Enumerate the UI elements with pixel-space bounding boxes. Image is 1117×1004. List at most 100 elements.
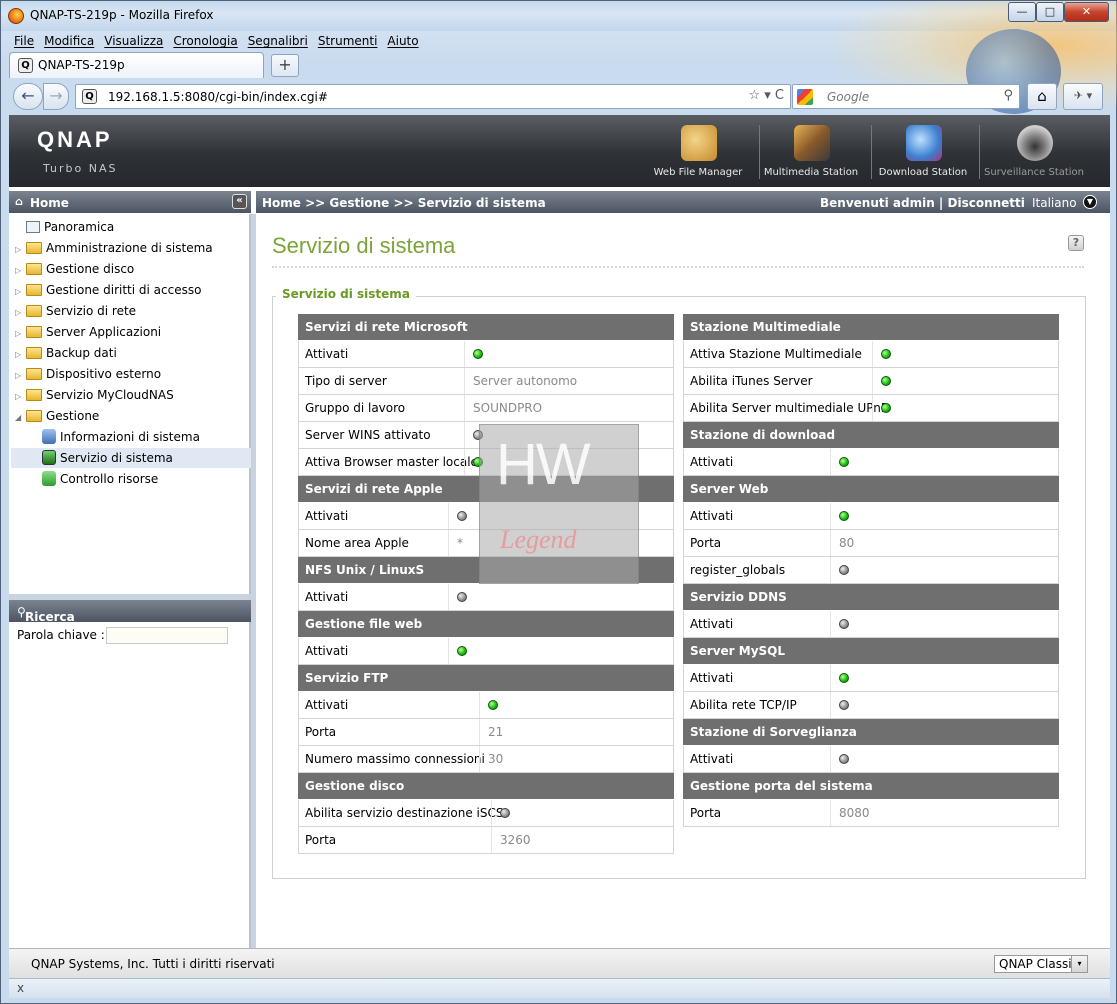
tree-item-amministrazione[interactable]: ▷ Amministrazione di sistema — [15, 238, 213, 258]
app-multimedia-station[interactable]: Multimedia Station — [756, 123, 866, 183]
table-row: Attivati — [298, 638, 674, 665]
browser-tab[interactable]: Q QNAP-TS-219p — [9, 52, 264, 78]
tree-item-controllo-risorse[interactable]: Controllo risorse — [31, 469, 158, 489]
row-status — [448, 503, 668, 529]
search-icon[interactable]: ⚲ — [1003, 88, 1013, 103]
skin-select[interactable]: QNAP Classic ▾ — [994, 955, 1088, 973]
app-label: Multimedia Station — [763, 167, 859, 178]
table-row: Attivati — [683, 611, 1059, 638]
menu-file[interactable]: File — [9, 32, 39, 50]
expand-icon[interactable]: ▷ — [15, 387, 26, 407]
tree-label: Controllo risorse — [60, 472, 159, 486]
folder-icon — [26, 284, 42, 296]
left-service-column: Servizi di rete Microsoft Attivati Tipo … — [298, 314, 674, 854]
row-value: 3260 — [491, 827, 711, 853]
new-tab-button[interactable]: + — [271, 54, 299, 77]
maximize-button[interactable]: □ — [1036, 2, 1064, 22]
row-label: Attivati — [690, 671, 734, 685]
tree-item-backup-dati[interactable]: ▷ Backup dati — [15, 343, 117, 363]
menu-aiuto[interactable]: Aiuto — [382, 32, 423, 50]
app-surveillance-station[interactable]: Surveillance Station — [979, 123, 1089, 183]
tree-item-mycloudnas[interactable]: ▷ Servizio MyCloudNAS — [15, 385, 174, 405]
url-tools-icon[interactable]: ☆ ▾ C — [748, 88, 784, 103]
menu-segnalibri[interactable]: Segnalibri — [243, 32, 313, 50]
url-bar[interactable]: Q 192.168.1.5:8080/cgi-bin/index.cgi# ☆ … — [75, 84, 791, 109]
app-download-station[interactable]: Download Station — [868, 123, 978, 183]
expand-icon[interactable]: ▷ — [15, 345, 26, 365]
section-header: Servizio DDNS — [683, 584, 1059, 611]
breadcrumb[interactable]: Home >> Gestione >> Servizio di sistema — [262, 196, 546, 210]
status-on-icon — [473, 457, 483, 467]
minimize-button[interactable]: — — [1008, 2, 1036, 22]
expand-icon[interactable]: ▷ — [15, 282, 26, 302]
tree-item-gestione-disco[interactable]: ▷ Gestione disco — [15, 259, 134, 279]
tab-strip: Q QNAP-TS-219p + — [9, 52, 1109, 78]
browser-window: QNAP-TS-219p - Mozilla Firefox — □ ✕ Fil… — [0, 0, 1117, 1004]
app-web-file-manager[interactable]: Web File Manager — [643, 123, 753, 183]
row-status — [464, 341, 684, 367]
folder-icon — [26, 242, 42, 254]
row-label: Numero massimo connessioni — [305, 752, 485, 766]
language-dropdown-icon[interactable]: ▼ — [1083, 195, 1097, 209]
status-on-icon — [457, 646, 467, 656]
clapper-icon — [794, 125, 830, 161]
expand-icon[interactable]: ▷ — [15, 303, 26, 323]
tree-item-server-applicazioni[interactable]: ▷ Server Applicazioni — [15, 322, 161, 342]
extension-button[interactable]: ✈ ▾ — [1063, 83, 1103, 110]
keyword-input[interactable] — [106, 627, 228, 644]
collapse-icon[interactable]: ◢ — [15, 408, 26, 428]
search-placeholder: Google — [827, 90, 870, 104]
home-button[interactable]: ⌂ — [1027, 83, 1057, 110]
qnap-header: QNAP Turbo NAS Web File Manager Multimed… — [9, 115, 1110, 187]
home-icon: ⌂ — [15, 195, 23, 208]
table-row: Porta 80 — [683, 530, 1059, 557]
menu-cronologia[interactable]: Cronologia — [168, 32, 242, 50]
row-status — [830, 665, 1050, 691]
table-row: Abilita Server multimediale UPnP — [683, 395, 1059, 422]
left-home-label[interactable]: Home — [30, 196, 69, 210]
row-label: Attivati — [305, 590, 349, 604]
expand-icon[interactable]: ▷ — [15, 240, 26, 260]
tree-item-gestione[interactable]: ◢ Gestione — [15, 406, 99, 426]
row-label: Porta — [690, 806, 722, 820]
site-identity-icon[interactable]: Q — [82, 89, 97, 104]
page-title: Servizio di sistema — [272, 233, 456, 258]
table-row: Numero massimo connessioni 30 — [298, 746, 674, 773]
expand-icon[interactable]: ▷ — [15, 261, 26, 281]
chevron-down-icon[interactable]: ▾ — [1071, 956, 1087, 972]
table-row: Abilita iTunes Server — [683, 368, 1059, 395]
welcome-logout[interactable]: Benvenuti admin | Disconnetti — [820, 196, 1025, 210]
row-value: 21 — [479, 719, 699, 745]
tree-item-servizio-sistema[interactable]: Servizio di sistema — [11, 448, 251, 468]
row-label: Attiva Stazione Multimediale — [690, 347, 862, 361]
tree-item-diritti-accesso[interactable]: ▷ Gestione diritti di accesso — [15, 280, 201, 300]
row-label: Tipo di server — [305, 374, 387, 388]
tree-item-informazioni-sistema[interactable]: Informazioni di sistema — [31, 427, 200, 447]
row-label: Gruppo di lavoro — [305, 401, 406, 415]
section-header: Servizi di rete Apple — [298, 476, 674, 503]
menu-strumenti[interactable]: Strumenti — [313, 32, 383, 50]
expand-icon[interactable]: ▷ — [15, 324, 26, 344]
close-window-button[interactable]: ✕ — [1064, 2, 1109, 22]
search-panel-title: ⚲ Ricerca funzione — [17, 605, 83, 638]
forward-button[interactable]: → — [43, 83, 69, 110]
firefox-icon — [8, 8, 24, 24]
collapse-panel-button[interactable]: « — [232, 194, 247, 209]
menu-modifica[interactable]: Modifica — [39, 32, 99, 50]
search-input[interactable]: Google ⚲ — [792, 84, 1020, 109]
close-findbar-icon[interactable]: x — [17, 981, 24, 995]
back-button[interactable]: ← — [13, 83, 43, 110]
row-label: Porta — [305, 725, 337, 739]
content-header: Home >> Gestione >> Servizio di sistema … — [256, 191, 1110, 213]
section-header: NFS Unix / LinuxS — [298, 557, 674, 584]
language-label[interactable]: Italiano — [1032, 196, 1077, 210]
url-text[interactable]: 192.168.1.5:8080/cgi-bin/index.cgi# — [108, 90, 328, 104]
expand-icon[interactable]: ▷ — [15, 366, 26, 386]
menu-visualizza[interactable]: Visualizza — [99, 32, 168, 50]
tree-item-dispositivo-esterno[interactable]: ▷ Dispositivo esterno — [15, 364, 161, 384]
google-icon[interactable] — [797, 89, 813, 105]
help-icon[interactable]: ? — [1068, 235, 1084, 251]
tree-item-panoramica[interactable]: Panoramica — [15, 217, 114, 237]
section-header: Server MySQL — [683, 638, 1059, 665]
tree-item-servizio-rete[interactable]: ▷ Servizio di rete — [15, 301, 136, 321]
